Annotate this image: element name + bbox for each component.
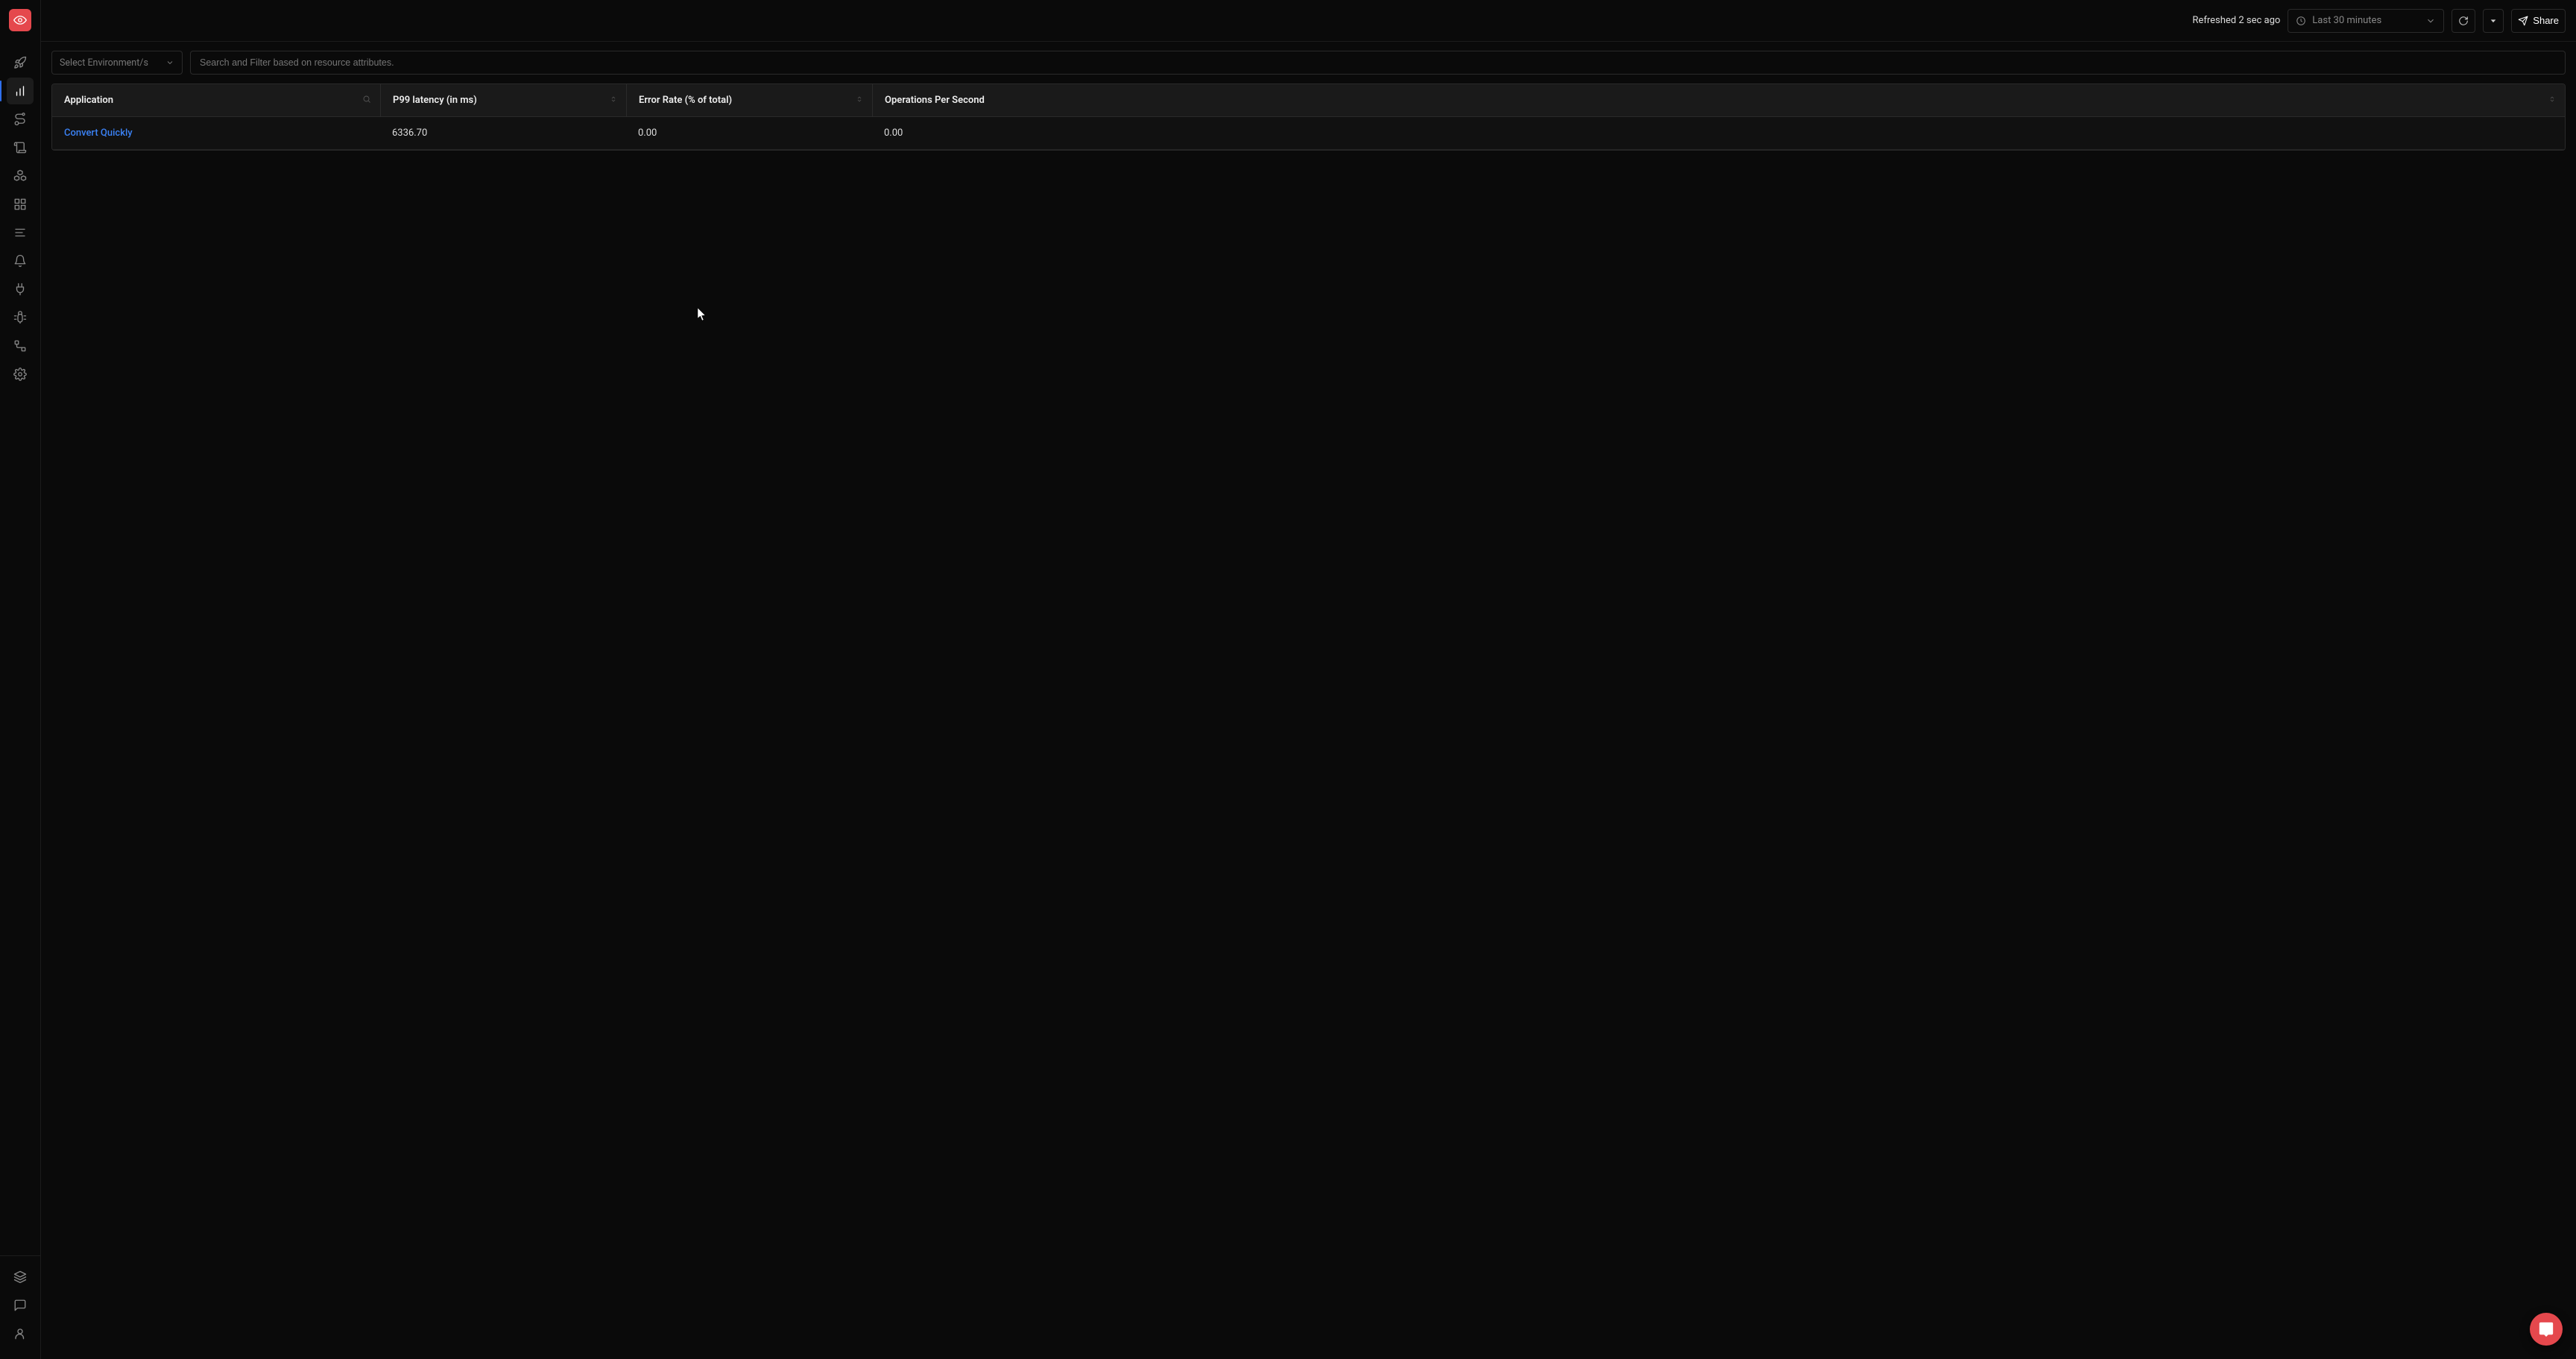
- applications-table: Application P99 latency (in ms) Error Ra…: [51, 83, 2566, 151]
- column-error-rate-label: Error Rate (% of total): [639, 95, 732, 106]
- list-icon: [13, 226, 27, 239]
- sidebar-item-exceptions[interactable]: [7, 304, 34, 331]
- chat-widget-button[interactable]: [2530, 1313, 2563, 1346]
- sidebar-item-dashboards[interactable]: [7, 191, 34, 218]
- table-row: Convert Quickly 6336.70 0.00 0.00: [52, 117, 2565, 150]
- sort-icon[interactable]: [2548, 94, 2556, 107]
- search-icon[interactable]: [362, 95, 371, 107]
- bug-icon: [13, 311, 27, 324]
- cell-application: Convert Quickly: [52, 117, 380, 149]
- rocket-icon: [13, 56, 27, 69]
- cell-error-rate: 0.00: [626, 117, 872, 149]
- sidebar-item-feedback[interactable]: [7, 1292, 34, 1319]
- column-p99[interactable]: P99 latency (in ms): [380, 84, 626, 116]
- workflow-icon: [13, 339, 27, 353]
- topbar: Refreshed 2 sec ago Last 30 minutes Shar…: [41, 0, 2576, 42]
- sidebar-item-logs[interactable]: [7, 134, 34, 161]
- user-icon: [13, 1327, 27, 1340]
- refresh-button[interactable]: [2452, 9, 2475, 33]
- sidebar-bottom-group: [0, 1255, 40, 1359]
- route-icon: [13, 113, 27, 126]
- share-button[interactable]: Share: [2511, 9, 2566, 33]
- table-header: Application P99 latency (in ms) Error Ra…: [52, 84, 2565, 117]
- sidebar-item-pipelines[interactable]: [7, 332, 34, 359]
- environment-select-placeholder: Select Environment/s: [60, 57, 148, 69]
- main-content: Refreshed 2 sec ago Last 30 minutes Shar…: [41, 0, 2576, 1359]
- time-range-label: Last 30 minutes: [2312, 15, 2381, 26]
- column-p99-label: P99 latency (in ms): [393, 95, 477, 106]
- chat-icon: [2538, 1321, 2554, 1337]
- sidebar: [0, 0, 41, 1359]
- environment-select[interactable]: Select Environment/s: [51, 51, 183, 75]
- column-error-rate[interactable]: Error Rate (% of total): [626, 84, 872, 116]
- sidebar-item-alerts[interactable]: [7, 247, 34, 274]
- share-button-label: Share: [2533, 15, 2559, 26]
- application-link[interactable]: Convert Quickly: [64, 127, 133, 139]
- sidebar-item-traces[interactable]: [7, 106, 34, 133]
- chevron-down-icon: [2425, 16, 2436, 26]
- sidebar-item-settings[interactable]: [7, 361, 34, 388]
- sort-icon[interactable]: [610, 94, 617, 107]
- scroll-icon: [13, 141, 27, 154]
- eye-icon: [13, 13, 27, 27]
- app-root: Refreshed 2 sec ago Last 30 minutes Shar…: [0, 0, 2576, 1359]
- logo[interactable]: [9, 9, 31, 31]
- column-ops-label: Operations Per Second: [885, 95, 985, 106]
- sidebar-item-metrics[interactable]: [7, 78, 34, 104]
- send-icon: [2518, 16, 2528, 26]
- sidebar-top-group: [7, 49, 34, 388]
- layers-icon: [13, 1270, 27, 1284]
- sidebar-item-list-view[interactable]: [7, 219, 34, 246]
- filter-row: Select Environment/s: [41, 42, 2576, 83]
- column-application[interactable]: Application: [52, 84, 380, 116]
- cell-p99: 6336.70: [380, 117, 626, 149]
- message-icon: [13, 1299, 27, 1312]
- refreshed-label: Refreshed 2 sec ago: [2192, 15, 2280, 26]
- column-application-label: Application: [64, 95, 113, 106]
- chevron-down-icon: [165, 58, 174, 67]
- caret-down-icon: [2490, 17, 2497, 25]
- sidebar-item-account[interactable]: [7, 1320, 34, 1347]
- bar-chart-icon: [13, 84, 27, 98]
- column-ops[interactable]: Operations Per Second: [872, 84, 2565, 116]
- bell-icon: [13, 254, 27, 268]
- refresh-icon: [2458, 16, 2469, 26]
- time-range-selector[interactable]: Last 30 minutes: [2288, 9, 2444, 33]
- sidebar-item-integrations[interactable]: [7, 276, 34, 303]
- refresh-dropdown-button[interactable]: [2483, 9, 2504, 33]
- sort-icon[interactable]: [856, 94, 863, 107]
- sidebar-item-getting-started[interactable]: [7, 49, 34, 76]
- hexagons-icon: [13, 169, 27, 183]
- sidebar-item-services[interactable]: [7, 163, 34, 189]
- plug-icon: [13, 283, 27, 296]
- clock-icon: [2296, 16, 2306, 26]
- table-body: Convert Quickly 6336.70 0.00 0.00: [52, 117, 2565, 150]
- sidebar-item-layers[interactable]: [7, 1264, 34, 1290]
- search-filter-input[interactable]: [190, 51, 2566, 75]
- table-container: Application P99 latency (in ms) Error Ra…: [41, 83, 2576, 151]
- cell-ops: 0.00: [872, 117, 2565, 149]
- gear-icon: [13, 368, 27, 381]
- grid-icon: [13, 198, 27, 211]
